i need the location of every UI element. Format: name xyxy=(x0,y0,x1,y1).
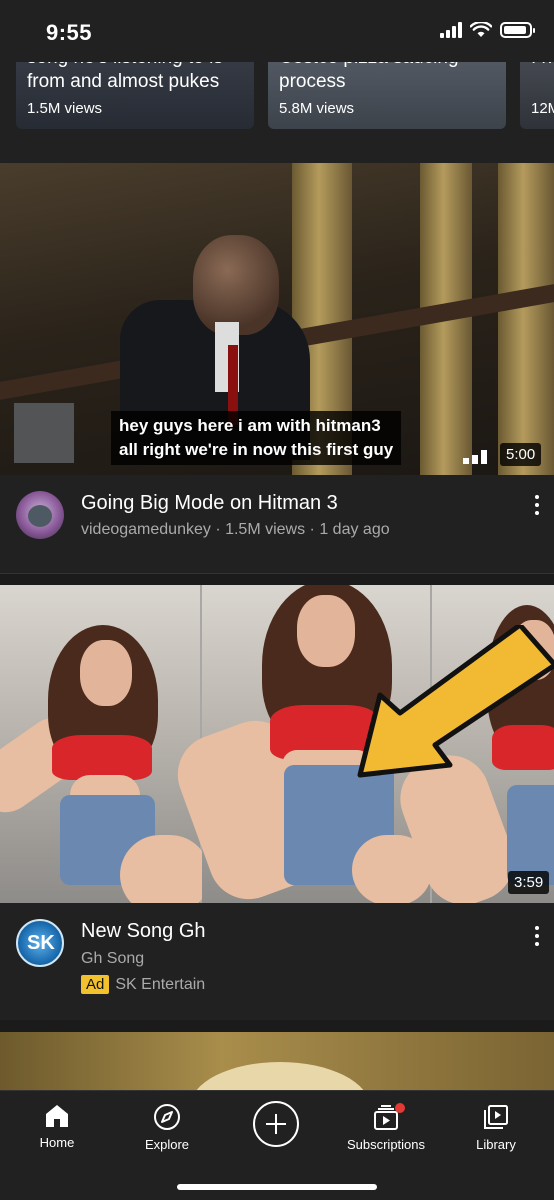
short-views: 5.8M views xyxy=(279,100,355,117)
channel-name: Gh Song xyxy=(81,950,145,967)
video-caption: hey guys here i am with hitman3 all righ… xyxy=(111,411,402,465)
notification-dot xyxy=(395,1103,405,1113)
thumbnail-pillar xyxy=(498,163,554,475)
video-title[interactable]: Going Big Mode on Hitman 3 xyxy=(81,492,338,515)
autoplay-bars-icon xyxy=(463,450,487,464)
section-divider xyxy=(0,1020,554,1032)
battery-icon xyxy=(500,22,535,38)
nav-subscriptions-label: Subscriptions xyxy=(346,1137,426,1152)
video-title[interactable]: New Song Gh xyxy=(81,920,206,943)
compass-icon xyxy=(154,1104,180,1130)
ad-video-metadata: SK New Song Gh Gh Song Ad SK Entertain xyxy=(0,903,554,1020)
video-duration: 3:59 xyxy=(508,871,550,894)
video-thumbnail[interactable]: hey guys here i am with hitman3 all righ… xyxy=(0,163,554,475)
status-bar: 9:55 xyxy=(0,0,554,62)
video-duration: 5:00 xyxy=(500,443,542,466)
wifi-icon xyxy=(470,22,492,37)
yellow-arrow-icon xyxy=(357,625,554,778)
game-minimap xyxy=(14,403,74,463)
nav-home-label: Home xyxy=(39,1135,75,1150)
thumbnail-figure xyxy=(190,1062,370,1092)
home-icon xyxy=(46,1105,68,1127)
nav-explore[interactable]: Explore xyxy=(112,1103,222,1152)
home-indicator xyxy=(177,1184,377,1190)
ad-line: Ad SK Entertain xyxy=(81,975,205,994)
thumbnail-figure-head xyxy=(193,235,279,335)
video-meta-line: videogamedunkey · 1.5M views · 1 day ago xyxy=(81,521,390,538)
status-time: 9:55 xyxy=(46,20,93,45)
short-views: 12M xyxy=(531,100,554,117)
library-icon xyxy=(484,1105,508,1129)
advertiser-avatar[interactable]: SK xyxy=(16,919,64,967)
ad-video-thumbnail[interactable]: 3:59 xyxy=(0,585,554,903)
short-views: 1.5M views xyxy=(27,100,103,117)
create-button[interactable] xyxy=(253,1101,299,1147)
nav-subscriptions[interactable]: Subscriptions xyxy=(331,1103,441,1152)
thumbnail-panel xyxy=(0,585,210,903)
video-metadata: Going Big Mode on Hitman 3 videogamedunk… xyxy=(0,475,554,573)
more-options-icon[interactable] xyxy=(534,926,540,946)
nav-explore-label: Explore xyxy=(144,1137,190,1152)
ad-badge: Ad xyxy=(81,975,110,994)
channel-avatar[interactable] xyxy=(16,491,64,539)
status-icons xyxy=(440,22,535,38)
nav-library[interactable]: Library xyxy=(441,1103,551,1152)
more-options-icon[interactable] xyxy=(534,495,540,515)
video-thumbnail[interactable] xyxy=(0,1032,554,1092)
section-divider xyxy=(0,573,554,585)
nav-home[interactable]: Home xyxy=(2,1103,112,1150)
advertiser-name: SK Entertain xyxy=(115,975,206,993)
nav-library-label: Library xyxy=(476,1137,516,1152)
cellular-signal-icon xyxy=(440,22,462,38)
avatar-logo-text: SK xyxy=(27,932,55,954)
